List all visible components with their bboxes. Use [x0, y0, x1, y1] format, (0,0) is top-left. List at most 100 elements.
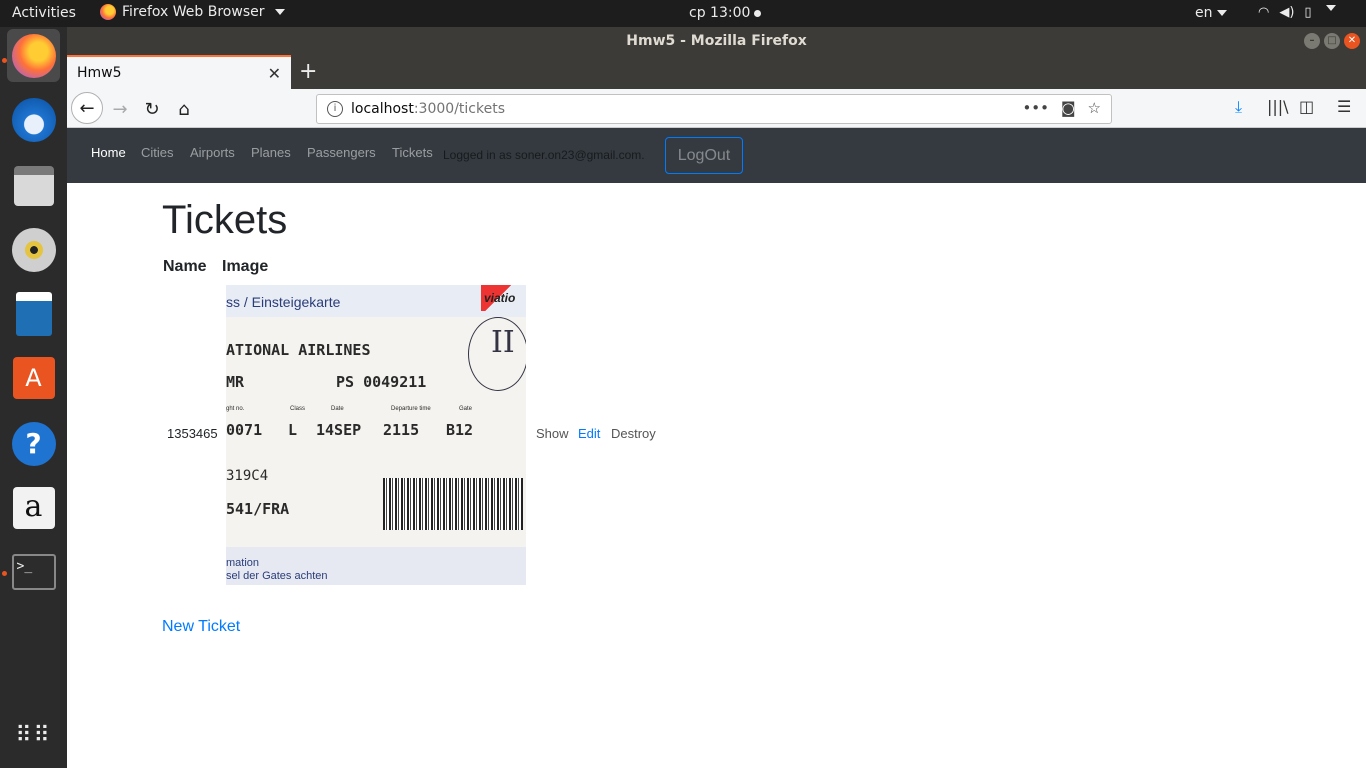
nav-link-tickets[interactable]: Tickets	[392, 145, 433, 160]
window-controls: – □ ✕	[1304, 33, 1360, 49]
dock-firefox[interactable]	[7, 29, 60, 82]
ticket-name-cell: 1353465	[167, 426, 218, 441]
bookmark-star-icon[interactable]: ☆	[1088, 99, 1101, 117]
dock-help[interactable]: ?	[7, 417, 60, 470]
firefox-icon	[100, 4, 116, 20]
app-menu[interactable]: Firefox Web Browser	[100, 4, 285, 20]
site-info-icon[interactable]: i	[327, 101, 343, 117]
wifi-icon: ◠	[1258, 5, 1270, 20]
dock-files[interactable]	[7, 159, 60, 212]
dock-amazon[interactable]: a	[7, 481, 60, 534]
ticket-date-label: Date	[331, 406, 344, 412]
show-applications-button[interactable]: ⠿⠿	[7, 709, 60, 762]
destroy-link[interactable]: Destroy	[611, 426, 656, 441]
firefox-icon	[11, 33, 56, 78]
thunderbird-icon	[11, 97, 56, 142]
url-bar[interactable]: i localhost:3000/tickets ••• ◙ ☆	[316, 94, 1112, 124]
app-menu-label: Firefox Web Browser	[122, 4, 265, 20]
ticket-image: ss / Einsteigekarte viatio II ATIONAL AI…	[226, 285, 526, 585]
volume-icon: ◀)	[1279, 5, 1295, 20]
browser-tab[interactable]: Hmw5 ✕	[67, 55, 291, 89]
ticket-passenger-title: MR	[226, 373, 245, 391]
ticket-time: 2115	[383, 421, 420, 439]
url-actions: ••• ◙ ☆	[1022, 99, 1101, 117]
pocket-icon[interactable]: ◙	[1061, 99, 1076, 117]
nav-link-cities[interactable]: Cities	[141, 145, 174, 160]
column-header-name: Name	[163, 258, 207, 275]
notification-dot-icon	[754, 9, 762, 17]
amazon-icon: a	[12, 486, 55, 529]
files-icon	[13, 165, 54, 206]
ticket-footer-line1: mation	[226, 557, 260, 569]
logged-in-text: Logged in as soner.on23@gmail.com.	[443, 148, 645, 162]
home-button[interactable]: ⌂	[169, 94, 199, 124]
terminal-icon: >_	[11, 553, 56, 590]
url-path: :3000/tickets	[413, 101, 505, 117]
ticket-route: 541/FRA	[226, 500, 290, 518]
minimize-button[interactable]: –	[1304, 33, 1320, 49]
ticket-flight-label: ght no.	[226, 406, 245, 412]
column-header-image: Image	[222, 258, 269, 275]
ticket-header-text: ss / Einsteigekarte	[226, 294, 341, 310]
activities-button[interactable]: Activities	[12, 5, 76, 21]
ticket-footer-line2: sel der Gates achten	[226, 570, 328, 582]
ticket-pnr: PS 0049211	[336, 373, 427, 391]
edit-link[interactable]: Edit	[578, 426, 600, 441]
back-button[interactable]: ←	[71, 92, 103, 124]
url-host: localhost	[351, 101, 414, 117]
downloads-icon[interactable]: ⤓	[1235, 97, 1242, 117]
nav-link-home[interactable]: Home	[91, 145, 126, 160]
library-icon[interactable]: |||\	[1267, 97, 1289, 116]
ticket-class-label: Class	[290, 406, 306, 412]
sidebar-icon[interactable]: ◫	[1299, 97, 1314, 116]
hamburger-menu-icon[interactable]: ☰	[1337, 97, 1351, 116]
dock-thunderbird[interactable]	[7, 93, 60, 146]
libreoffice-writer-icon	[15, 291, 52, 336]
nav-link-planes[interactable]: Planes	[251, 145, 291, 160]
page-title: Tickets	[162, 198, 288, 242]
clock[interactable]: ср 13:00	[689, 5, 762, 21]
dock-software[interactable]: A	[7, 351, 60, 404]
ticket-departure-label: Departure time	[391, 406, 431, 412]
show-link[interactable]: Show	[536, 426, 569, 441]
dock-terminal[interactable]: >_	[7, 545, 60, 598]
nav-link-airports[interactable]: Airports	[190, 145, 235, 160]
site-navbar: Home Cities Airports Planes Passengers T…	[67, 128, 1366, 183]
system-tray[interactable]: ◠ ◀) ▯	[1258, 5, 1336, 20]
stamp-text: II	[491, 325, 515, 360]
logout-button[interactable]: LogOut	[665, 137, 743, 174]
ticket-date: 14SEP	[316, 421, 362, 439]
navigation-toolbar: ← → ↻ ⌂ i localhost:3000/tickets ••• ◙ ☆…	[67, 89, 1366, 128]
maximize-button[interactable]: □	[1324, 33, 1340, 49]
close-button[interactable]: ✕	[1344, 33, 1360, 49]
tab-title: Hmw5	[77, 65, 122, 81]
airline-logo-text: viatio	[484, 291, 516, 305]
dock-writer[interactable]	[7, 287, 60, 340]
language-indicator[interactable]: en	[1195, 5, 1227, 21]
language-label: en	[1195, 5, 1213, 21]
chevron-down-icon	[274, 9, 285, 15]
ticket-gate-label: Gate	[459, 406, 473, 412]
help-icon: ?	[11, 421, 56, 466]
ticket-airline: ATIONAL AIRLINES	[226, 341, 371, 359]
chevron-down-icon	[1216, 10, 1227, 16]
window-title: Hmw5 - Mozilla Firefox	[626, 33, 807, 49]
web-page: Home Cities Airports Planes Passengers T…	[67, 128, 1366, 768]
window-title-bar: Hmw5 - Mozilla Firefox – □ ✕	[67, 27, 1366, 55]
dock-rhythmbox[interactable]	[7, 223, 60, 276]
page-actions-icon[interactable]: •••	[1022, 99, 1049, 117]
close-tab-icon[interactable]: ✕	[268, 64, 281, 83]
reload-button[interactable]: ↻	[137, 94, 167, 124]
forward-button[interactable]: →	[105, 94, 135, 124]
battery-icon: ▯	[1304, 5, 1312, 20]
ticket-barcode	[383, 478, 523, 530]
ticket-flight-number: 0071	[226, 421, 263, 439]
nav-link-passengers[interactable]: Passengers	[307, 145, 376, 160]
new-tab-button[interactable]: +	[299, 59, 317, 84]
chevron-down-icon	[1325, 5, 1336, 11]
new-ticket-link[interactable]: New Ticket	[162, 618, 240, 636]
rhythmbox-icon	[11, 227, 56, 272]
app-grid-icon: ⠿⠿	[15, 722, 52, 748]
software-center-icon: A	[12, 356, 55, 399]
dock: A ? a >_ ⠿⠿	[0, 27, 67, 768]
